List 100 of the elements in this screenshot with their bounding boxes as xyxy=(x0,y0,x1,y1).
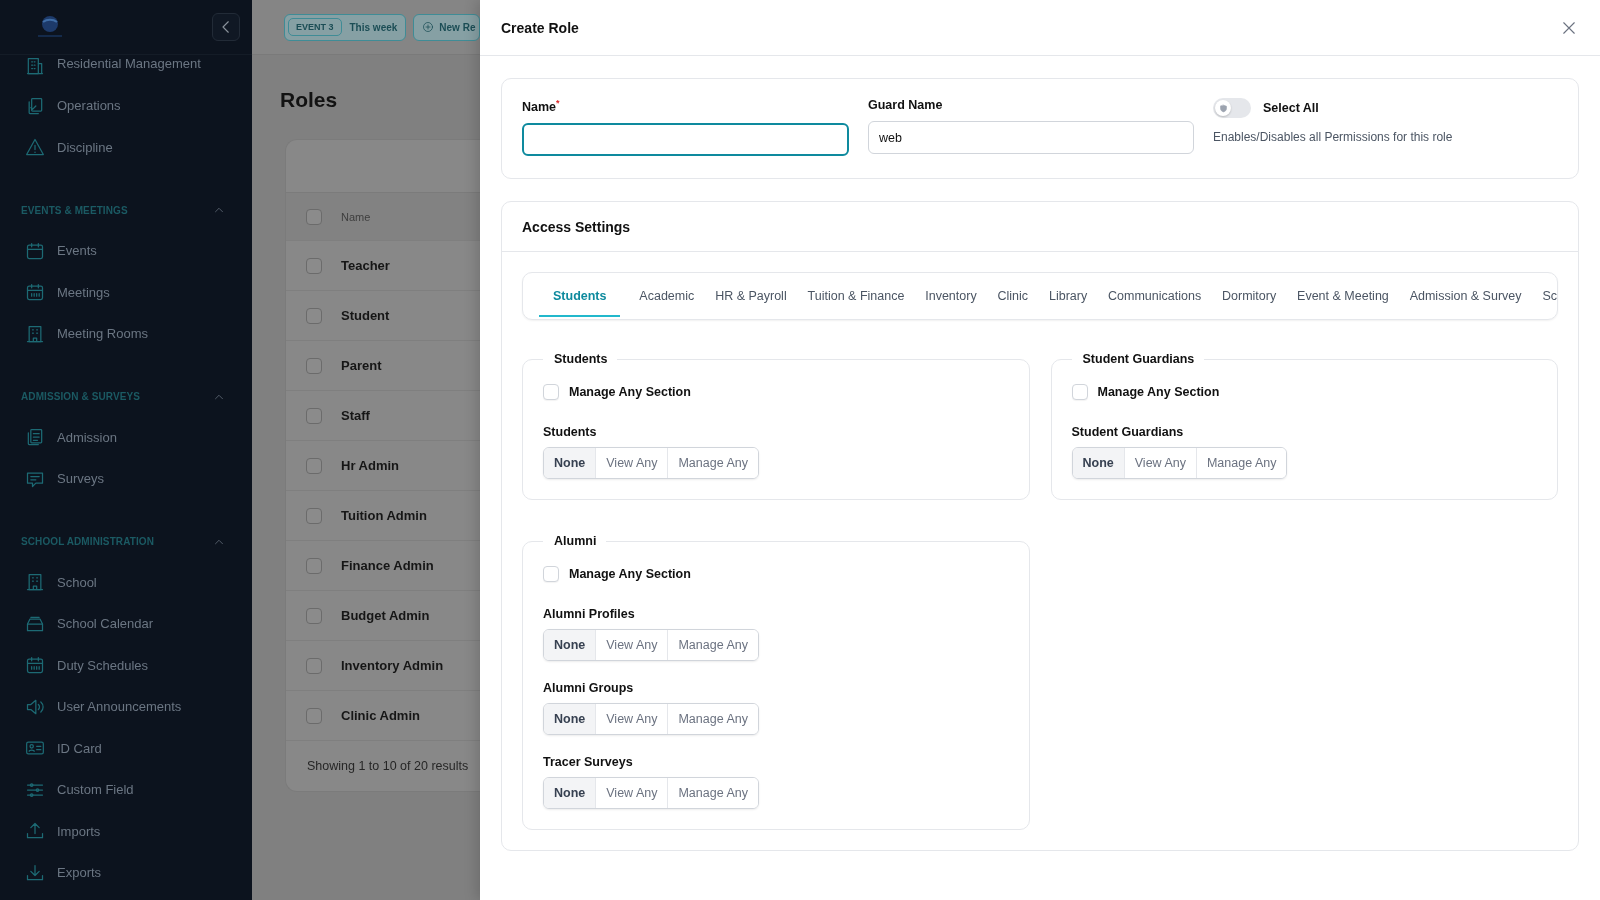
new-chip[interactable]: New Re xyxy=(413,13,480,41)
table-cell: Finance Admin xyxy=(341,558,434,573)
row-checkbox[interactable] xyxy=(306,507,322,524)
plus-circle-icon xyxy=(422,21,435,33)
row-checkbox[interactable] xyxy=(306,357,322,374)
event-chip-label: This week xyxy=(349,21,398,33)
field-label: Guard Name xyxy=(868,98,944,112)
section-title: ADMISSION & SURVEYS xyxy=(21,391,140,402)
permission-option[interactable]: Manage Any xyxy=(667,704,758,735)
table-cell: Hr Admin xyxy=(341,458,400,473)
sidebar-item[interactable]: Meetings xyxy=(0,271,252,313)
row-checkbox[interactable] xyxy=(306,407,322,424)
calendar-icon xyxy=(25,240,45,261)
table-cell: Parent xyxy=(341,358,382,373)
permission-option[interactable]: Manage Any xyxy=(667,778,758,809)
permission-option[interactable]: None xyxy=(544,448,596,479)
permission-label: Student Guardians xyxy=(1071,425,1185,440)
permission-label: Tracer Surveys xyxy=(543,755,634,770)
sidebar-item[interactable]: School Calendar xyxy=(0,603,252,645)
tab[interactable]: HR & Payroll xyxy=(713,277,789,318)
tab[interactable]: Students xyxy=(539,277,621,318)
sidebar-item[interactable]: Exports xyxy=(0,852,252,894)
table-cell: Teacher xyxy=(341,258,390,273)
building-icon xyxy=(25,56,45,76)
row-checkbox[interactable] xyxy=(306,307,322,324)
table-cell: Inventory Admin xyxy=(341,658,444,673)
sidebar-item[interactable]: Duty Schedules xyxy=(0,644,252,686)
group-title: Students xyxy=(553,352,609,367)
tab[interactable]: Clinic xyxy=(995,277,1031,318)
tab[interactable]: Dormitory xyxy=(1220,277,1279,318)
permission-option[interactable]: Manage Any xyxy=(667,630,758,661)
sidebar-item[interactable]: ID Card xyxy=(0,727,252,769)
sidebar-item[interactable]: Operations xyxy=(0,85,252,127)
warning-icon xyxy=(25,137,45,158)
manage-any-section-checkbox[interactable]: Manage Any Section xyxy=(543,566,691,583)
column-header: Name xyxy=(341,210,371,223)
group-title: Alumni xyxy=(553,534,598,549)
tab[interactable]: Inventory xyxy=(923,277,979,318)
event-badge: EVENT 3 xyxy=(288,18,342,36)
manage-any-section-checkbox[interactable]: Manage Any Section xyxy=(543,384,691,401)
table-cell: Staff xyxy=(341,408,370,423)
calendar-icon xyxy=(25,655,45,676)
calendar-icon xyxy=(25,282,45,303)
select-all-checkbox[interactable] xyxy=(306,208,322,225)
pagination-summary: Showing 1 to 10 of 20 results xyxy=(307,759,469,773)
row-checkbox[interactable] xyxy=(306,657,322,674)
tab[interactable]: Event & Meeting xyxy=(1295,277,1391,318)
row-checkbox[interactable] xyxy=(306,257,322,274)
group-title: Student Guardians xyxy=(1081,352,1196,367)
sidebar-item[interactable]: User Announcements xyxy=(0,686,252,728)
permission-option[interactable]: View Any xyxy=(595,704,668,735)
drawer-title: Create Role xyxy=(501,19,579,36)
event-chip[interactable]: EVENT 3 This week xyxy=(284,13,407,41)
tab[interactable]: Tuition & Finance xyxy=(805,277,907,318)
row-checkbox[interactable] xyxy=(306,557,322,574)
row-checkbox[interactable] xyxy=(306,457,322,474)
permission-option[interactable]: None xyxy=(544,778,596,809)
sidebar-item[interactable]: Imports xyxy=(0,810,252,852)
permission-label: Alumni Groups xyxy=(543,681,635,696)
sidebar-item[interactable]: Admission xyxy=(0,416,252,458)
row-checkbox[interactable] xyxy=(306,707,322,724)
sidebar-item[interactable]: Surveys xyxy=(0,458,252,500)
table-cell: Budget Admin xyxy=(341,608,430,623)
guard-name-input[interactable]: web xyxy=(868,121,1194,154)
row-checkbox[interactable] xyxy=(306,607,322,624)
permission-option[interactable]: View Any xyxy=(1123,448,1196,479)
sidebar-item[interactable]: Events xyxy=(0,230,252,272)
shield-icon xyxy=(1218,103,1228,113)
sidebar-item[interactable]: Custom Field xyxy=(0,769,252,811)
table-cell: Clinic Admin xyxy=(341,708,420,723)
permission-option[interactable]: View Any xyxy=(595,630,668,661)
permission-label: Alumni Profiles xyxy=(543,607,636,622)
section-title: Access Settings xyxy=(522,218,631,235)
building-icon xyxy=(25,572,45,593)
permission-option[interactable]: None xyxy=(544,704,596,735)
permission-option[interactable]: View Any xyxy=(595,778,668,809)
collapse-sidebar-button[interactable] xyxy=(212,13,240,41)
building-icon xyxy=(25,323,45,344)
sidebar-item[interactable]: Discipline xyxy=(0,126,252,168)
permission-option[interactable]: View Any xyxy=(595,448,668,479)
section-title: EVENTS & MEETINGS xyxy=(21,204,128,216)
permission-label: Students xyxy=(543,425,598,440)
tab[interactable]: Communications xyxy=(1106,277,1204,318)
sidebar-item[interactable]: Meeting Rooms xyxy=(0,313,252,355)
permission-option[interactable]: Manage Any xyxy=(1195,448,1287,479)
permission-option[interactable]: None xyxy=(544,630,596,661)
permission-option[interactable]: Manage Any xyxy=(667,448,758,479)
select-all-toggle[interactable] xyxy=(1213,98,1251,118)
sidebar-item[interactable]: Residential Management xyxy=(0,55,252,85)
tab[interactable]: Academic xyxy=(637,277,697,318)
table-cell: Student xyxy=(341,308,390,323)
tab[interactable]: Library xyxy=(1046,277,1090,318)
sidebar-item[interactable]: School xyxy=(0,561,252,603)
table-cell: Tuition Admin xyxy=(341,508,427,523)
permission-option[interactable]: None xyxy=(1072,448,1124,479)
tab[interactable]: Sc xyxy=(1540,277,1557,318)
tab[interactable]: Admission & Survey xyxy=(1407,277,1524,318)
name-input[interactable] xyxy=(522,123,849,157)
download-icon xyxy=(25,862,45,883)
manage-any-section-checkbox[interactable]: Manage Any Section xyxy=(1071,384,1220,401)
